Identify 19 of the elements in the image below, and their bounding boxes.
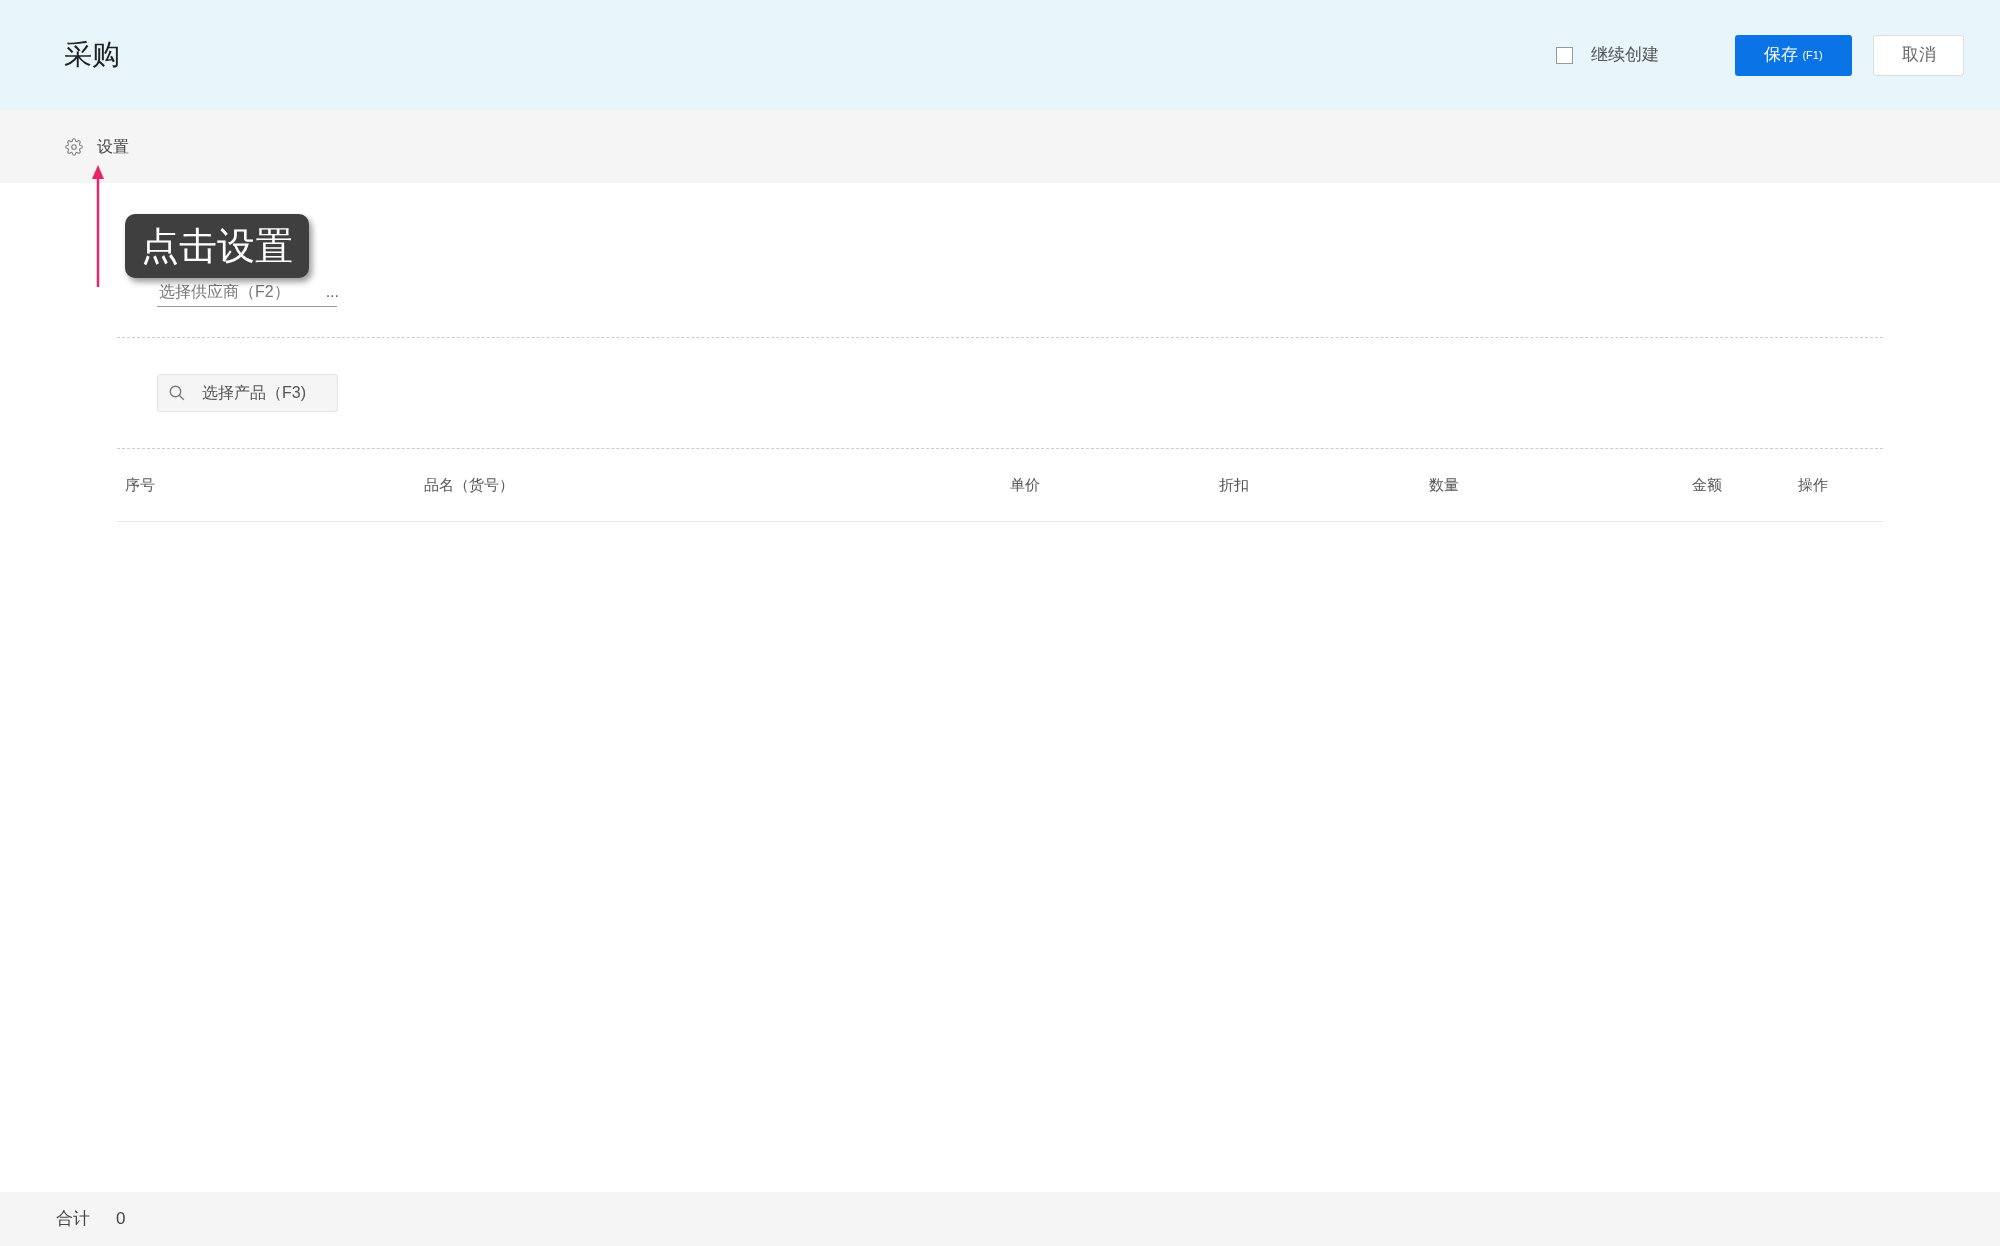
checkbox-label: 继续创建 [1591,44,1659,67]
column-header: 金额 [1692,476,1722,493]
column-header: 序号 [125,476,155,493]
page-title: 采购 [64,38,120,72]
column-header: 操作 [1798,476,1828,493]
total-value: 0 [116,1208,126,1231]
search-icon [168,384,186,402]
product-search-field[interactable]: 选择产品（F3) [157,374,338,412]
column-header: 折扣 [1219,476,1249,493]
checkbox[interactable] [1556,46,1573,64]
settings-icon[interactable] [65,137,83,156]
column-header: 品名（货号） [424,476,514,493]
column-header: 数量 [1429,476,1459,493]
settings-link[interactable]: 设置 [97,134,129,159]
save-button[interactable]: 保存 (F1) [1735,34,1852,76]
annotation-tooltip: 点击设置 [125,214,309,278]
cancel-button[interactable]: 取消 [1873,34,1964,76]
total-label: 合计 [56,1208,90,1231]
column-header: 单价 [1010,476,1040,493]
